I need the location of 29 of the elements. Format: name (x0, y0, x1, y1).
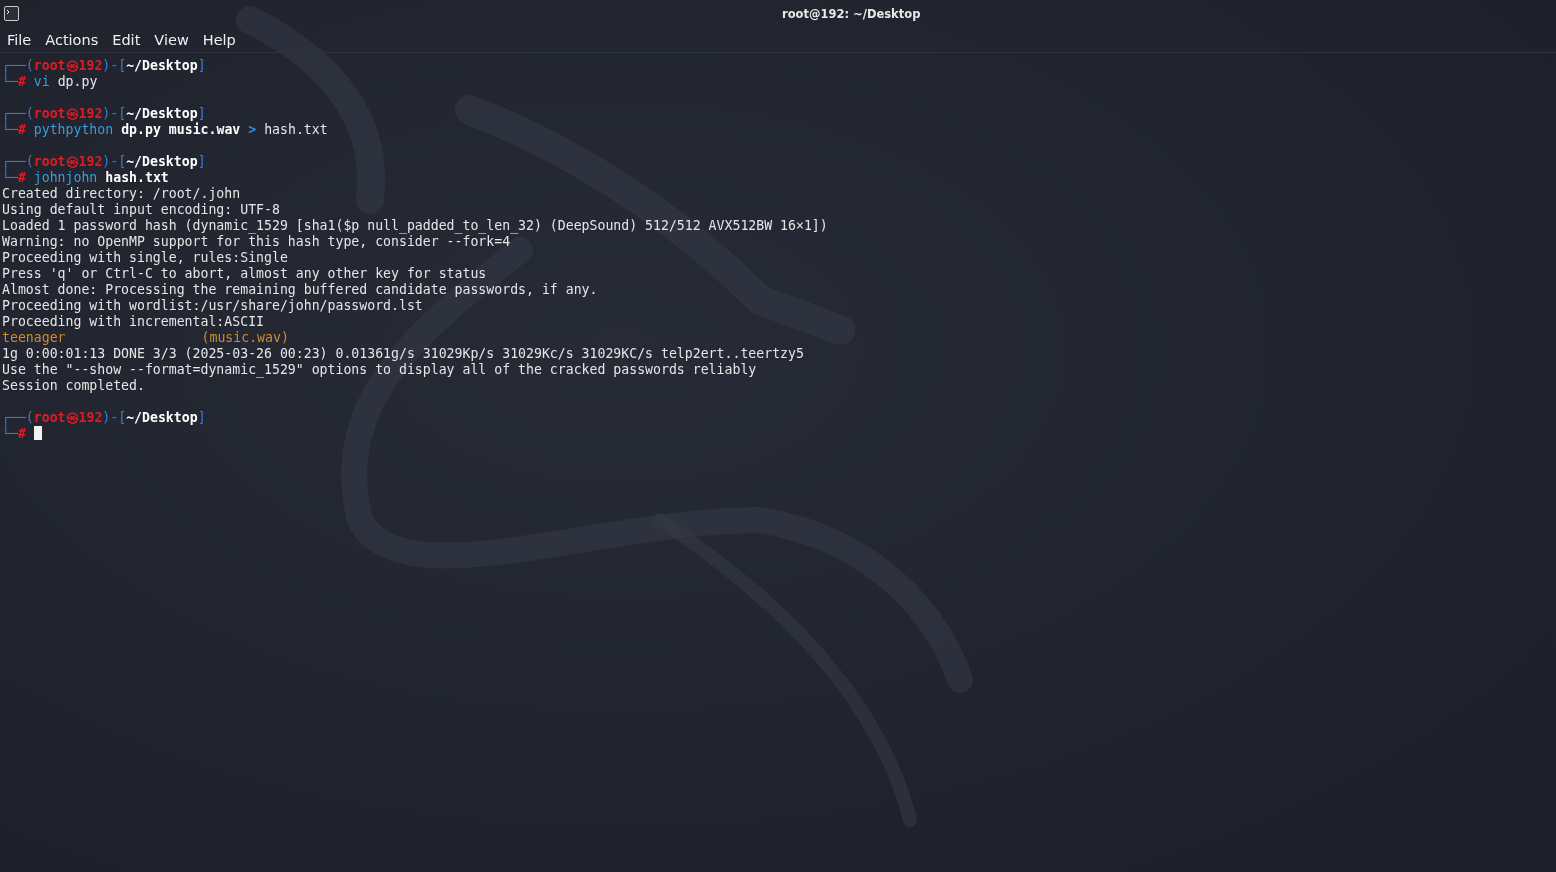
cracked-password: teenager (2, 330, 66, 345)
output-line: Proceeding with single, rules:Single (2, 250, 288, 265)
terminal-icon (4, 6, 19, 21)
output-line: Warning: no OpenMP support for this hash type, consider --fork=4 (2, 234, 511, 249)
command-line: └─# johnjohn hash.txt (2, 170, 169, 185)
output-line: 1g 0:00:01:13 DONE 3/3 (2025-03-26 00:23) 0.01361g/s 31029Kp/s 31029Kc/s 31029KC/s telp2ert..teertzy5 (2, 346, 804, 361)
output-line: Using default input encoding: UTF-8 (2, 202, 280, 217)
menu-item[interactable]: File (7, 31, 32, 48)
cracked-source: (music.wav) (201, 330, 289, 345)
command-line: └─# (2, 426, 26, 441)
prompt-line: ┌──(root㉿192)-[~/Desktop] (2, 58, 207, 74)
output-line: Proceeding with wordlist:/usr/share/john/password.lst (2, 298, 423, 313)
prompt-line: ┌──(root㉿192)-[~/Desktop] (2, 106, 207, 122)
prompt-line: ┌──(root㉿192)-[~/Desktop] (2, 410, 207, 426)
menu-item[interactable]: Actions (45, 31, 99, 48)
output-line: Press 'q' or Ctrl-C to abort, almost any other key for status (2, 266, 487, 281)
window-title: root@192: ~/Desktop (782, 6, 921, 21)
menu-item[interactable]: Edit (112, 31, 141, 48)
menu-item[interactable]: Help (202, 31, 236, 48)
command-line: └─# pythpython dp.py music.wav > hash.txt (2, 122, 328, 137)
prompt-line: ┌──(root㉿192)-[~/Desktop] (2, 154, 207, 170)
output-line: Proceeding with incremental:ASCII (2, 314, 264, 329)
output-line: Created directory: /root/.john (2, 186, 241, 201)
menu-item[interactable]: View (154, 31, 189, 48)
output-line: Almost done: Processing the remaining buffered candidate passwords, if any. (2, 282, 598, 297)
output-line: Loaded 1 password hash (dynamic_1529 [sha1($p null_padded_to_len_32) (DeepSound) 512/512 AVX512BW 16×1]) (2, 218, 828, 233)
command-line: └─# vi dp.py (2, 74, 98, 89)
output-line: Use the "--show --format=dynamic_1529" options to display all of the cracked passwords reliably (2, 362, 757, 377)
output-line: Session completed. (2, 378, 145, 393)
